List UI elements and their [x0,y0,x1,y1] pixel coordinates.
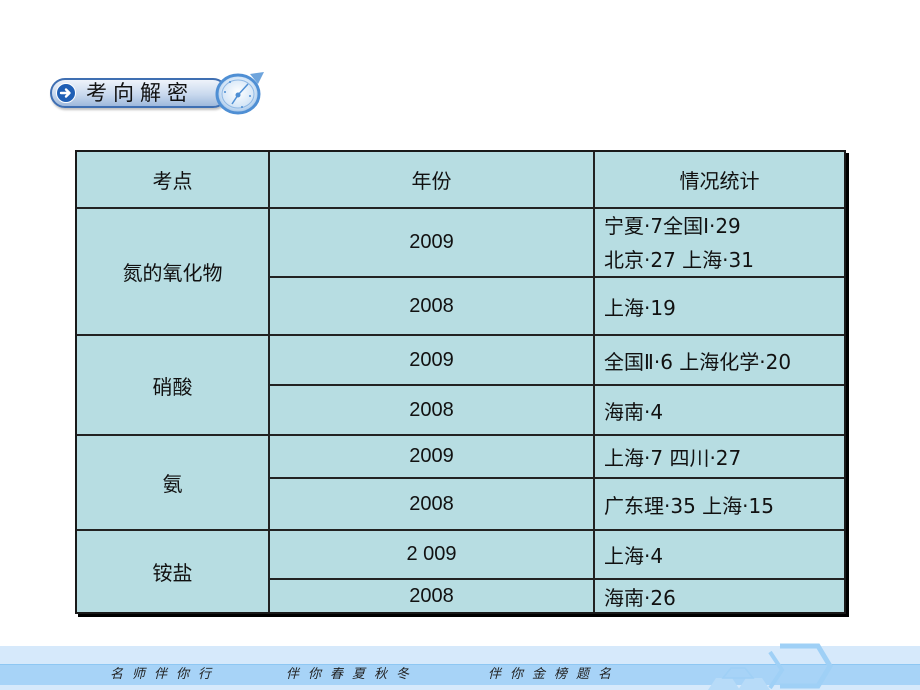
stats-cell: 上海·7 四川·27 [604,446,742,470]
stats-line: 宁夏·7全国Ⅰ·29 [604,213,741,238]
header-stats: 情况统计 [679,169,760,193]
year-cell: 2008 [409,294,454,317]
topic-cell: 铵盐 [152,561,193,585]
stats-cell: 上海·4 [604,544,664,568]
topic-cell: 氨 [162,472,183,496]
arrow-right-circle-icon [56,83,76,103]
stats-line: 北京·27 上海·31 [604,247,754,272]
stats-cell: 全国Ⅱ·6 上海化学·20 [604,349,792,374]
stats-cell: 海南·4 [604,399,664,424]
year-cell: 2008 [409,584,454,607]
year-cell: 2009 [409,445,454,467]
year-cell: 2009 [409,348,454,371]
header-topic: 考点 [152,169,193,193]
stats-cell: 上海·19 [604,295,676,320]
stats-cell: 广东理·35 上海·15 [604,493,774,518]
footer-slogan: 伴你春夏秋冬 [286,667,419,682]
footer-slogan: 伴你金榜题名 [488,667,621,682]
stats-cell: 海南·26 [604,585,676,610]
section-title: 考向解密 [86,81,194,105]
clock-icon [215,72,264,115]
section-title-badge: 考向解密 [50,78,228,108]
stats-cell: 宁夏·7全国Ⅰ·29 北京·27 上海·31 [595,209,844,276]
year-cell: 2008 [409,492,454,515]
topic-cell: 硝酸 [152,374,193,399]
year-cell: 2009 [409,231,454,253]
header-year: 年份 [411,169,452,193]
exam-statistics-table: 考点 年份 情况统计 氮的氧化物 2009 宁夏·7全国Ⅰ·29 北京·27 上… [75,150,846,614]
hexagon-decoration-icon [708,643,833,690]
year-cell: 2 009 [406,543,457,565]
footer-slogan: 名师伴你行 [110,667,221,682]
year-cell: 2008 [409,398,454,421]
topic-cell: 氮的氧化物 [122,261,223,285]
